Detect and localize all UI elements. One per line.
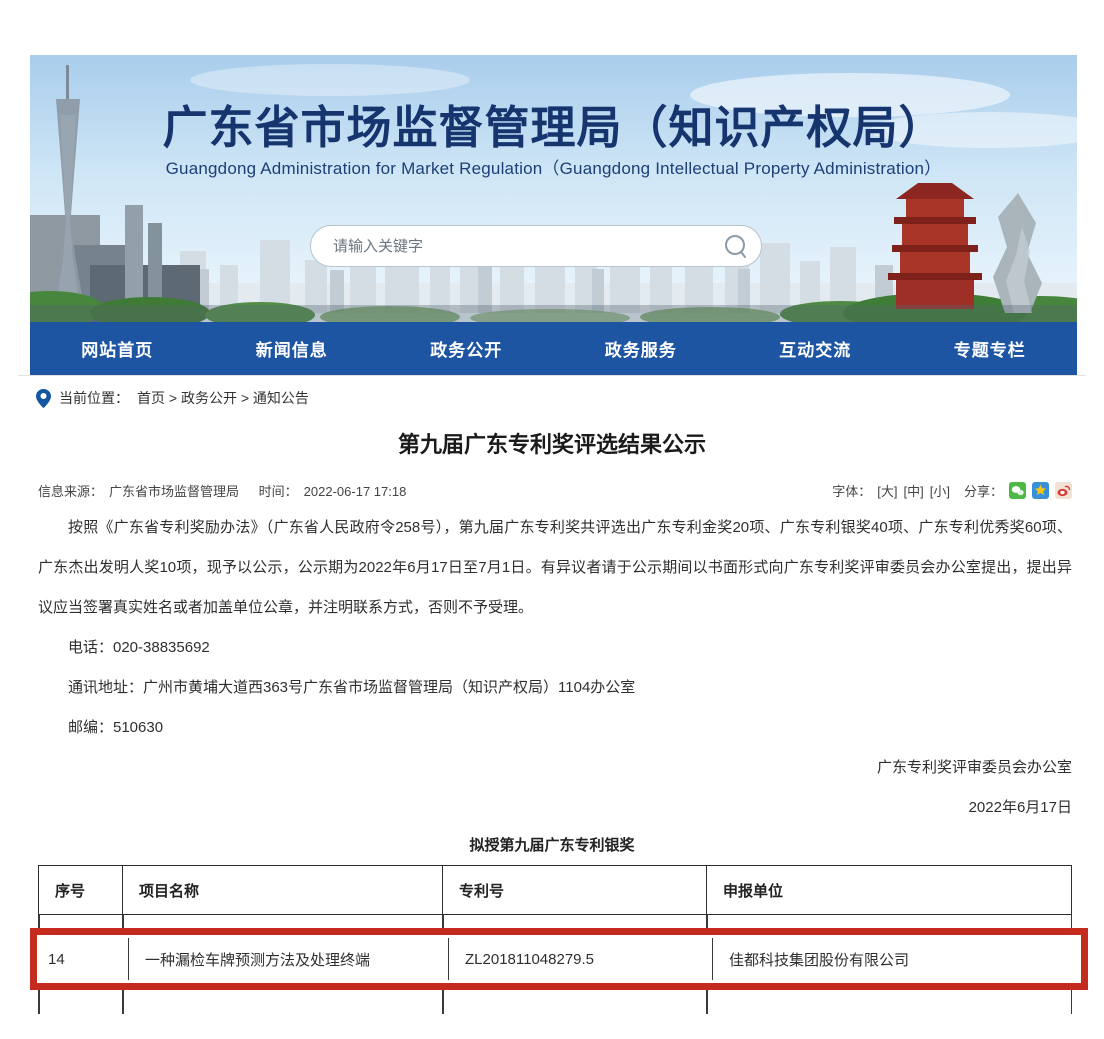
article-meta: 信息来源： 广东省市场监督管理局 时间： 2022-06-17 17:18 字体： …: [38, 481, 1072, 500]
breadcrumb-label: 当前位置：: [59, 388, 129, 408]
header-cell-index: 序号: [39, 866, 123, 914]
share-weibo-icon[interactable]: [1055, 482, 1072, 499]
meta-tools: 字体： [大] [中] [小] 分享：: [832, 481, 1072, 500]
font-size-medium-button[interactable]: [中]: [904, 481, 924, 500]
row-cell-project-name: 一种漏检车牌预测方法及处理终端: [129, 938, 449, 980]
signature-office: 广东专利奖评审委员会办公室: [38, 748, 1072, 788]
article-paragraph: 按照《广东省专利奖励办法》（广东省人民政府令258号），第九届广东专利奖共评选出…: [38, 508, 1072, 628]
search-button[interactable]: [721, 231, 751, 261]
signature-date: 2022年6月17日: [38, 788, 1072, 828]
article-body: 按照《广东省专利奖励办法》（广东省人民政府令258号），第九届广东专利奖共评选出…: [38, 508, 1072, 828]
table-title: 拟授第九届广东专利银奖: [0, 834, 1104, 855]
breadcrumb: 当前位置： 首页 > 政务公开 > 通知公告: [36, 387, 1104, 409]
site-title: 广东省市场监督管理局（知识产权局）: [30, 91, 1077, 156]
search-input[interactable]: [331, 237, 721, 256]
font-size-small-button[interactable]: [小]: [930, 481, 950, 500]
font-size-large-button[interactable]: [大]: [877, 481, 897, 500]
highlighted-row: 14 一种漏检车牌预测方法及处理终端 ZL201811048279.5 佳都科技…: [39, 938, 1079, 980]
table-gap-gridlines: [38, 915, 1072, 928]
time-value: 2022-06-17 17:18: [304, 484, 407, 499]
search-icon: [723, 233, 749, 259]
nav-item-topics[interactable]: 专题专栏: [954, 336, 1026, 361]
table-header-row: 序号 项目名称 专利号 申报单位: [38, 865, 1072, 915]
page-title: 第九届广东专利奖评选结果公示: [0, 427, 1104, 459]
award-table: 序号 项目名称 专利号 申报单位 14 一种漏检车牌预测方法及处理终端 ZL20…: [38, 865, 1072, 1014]
font-size-label: 字体：: [832, 481, 871, 500]
nav-item-home[interactable]: 网站首页: [81, 336, 153, 361]
share-qzone-icon[interactable]: [1032, 482, 1049, 499]
source-label: 信息来源：: [38, 484, 103, 499]
red-highlight-box: 14 一种漏检车牌预测方法及处理终端 ZL201811048279.5 佳都科技…: [30, 928, 1088, 990]
address-line: 通讯地址：广州市黄埔大道西363号广东省市场监督管理局（知识产权局）1104办公…: [38, 668, 1072, 708]
postcode-line: 邮编：510630: [38, 708, 1072, 748]
meta-source-time: 信息来源： 广东省市场监督管理局 时间： 2022-06-17 17:18: [38, 481, 412, 500]
header-cell-applicant: 申报单位: [707, 866, 1071, 914]
table-bottom-gridlines: [38, 990, 1072, 1014]
row-cell-index: 14: [39, 938, 129, 980]
nav-item-gov-service[interactable]: 政务服务: [605, 336, 677, 361]
header-cell-patent-no: 专利号: [443, 866, 707, 914]
row-cell-applicant: 佳都科技集团股份有限公司: [713, 938, 1079, 980]
search-bar: [310, 225, 762, 267]
nav-item-interaction[interactable]: 互动交流: [779, 336, 851, 361]
location-pin-icon: [36, 389, 51, 408]
share-wechat-icon[interactable]: [1009, 482, 1026, 499]
site-banner: 广东省市场监督管理局（知识产权局） Guangdong Administrati…: [30, 55, 1077, 322]
time-label: 时间：: [259, 484, 298, 499]
site-subtitle-en: Guangdong Administration for Market Regu…: [30, 154, 1077, 179]
row-cell-patent-no: ZL201811048279.5: [449, 938, 713, 980]
source-value: 广东省市场监督管理局: [109, 484, 239, 499]
phone-line: 电话：020-38835692: [38, 628, 1072, 668]
breadcrumb-path[interactable]: 首页 > 政务公开 > 通知公告: [137, 388, 309, 408]
nav-item-news[interactable]: 新闻信息: [256, 336, 328, 361]
share-label: 分享：: [964, 481, 1003, 500]
header-cell-project-name: 项目名称: [123, 866, 443, 914]
nav-item-gov-open[interactable]: 政务公开: [430, 336, 502, 361]
divider: [18, 375, 1086, 376]
main-nav: 网站首页 新闻信息 政务公开 政务服务 互动交流 专题专栏: [30, 322, 1077, 375]
